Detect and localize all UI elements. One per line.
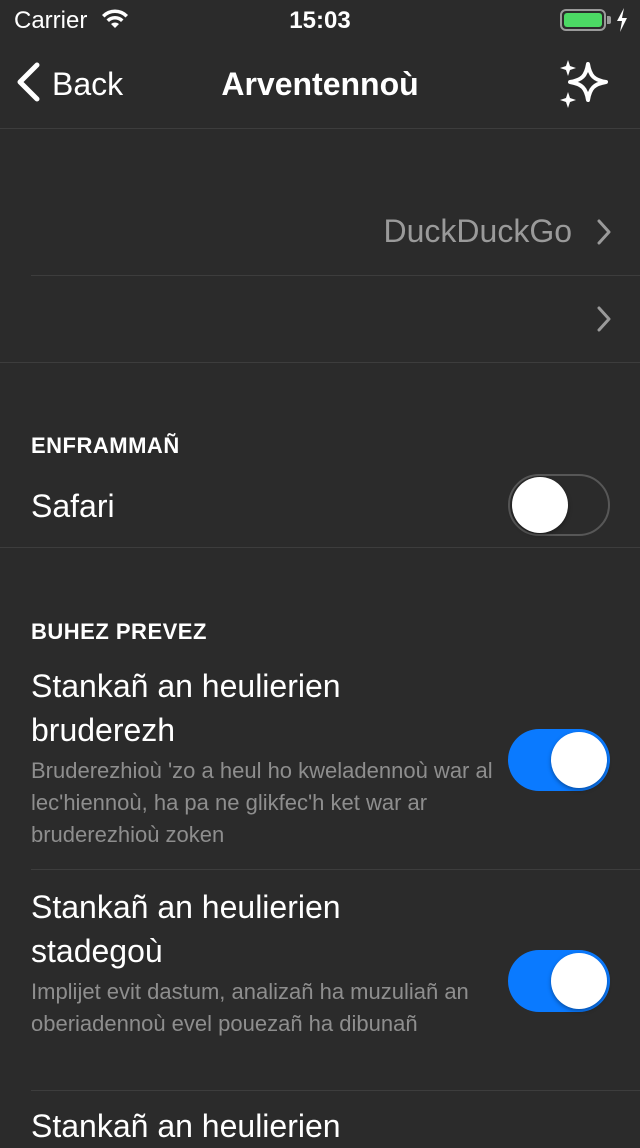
settings-row-2[interactable] [0,276,640,362]
separator [0,547,640,548]
charging-bolt-icon [616,8,628,39]
section-header-privacy: BUHEZ PREVEZ [31,619,207,644]
separator [31,869,640,870]
sparkle-icon[interactable] [556,56,612,112]
status-time: 15:03 [289,7,351,34]
block-analytics-trackers-description: Implijet evit dastum, analizañ ha muzuli… [31,979,469,1036]
chevron-right-icon [596,219,612,250]
battery-cap [607,16,611,24]
block-analytics-trackers-label: Stankañ an heulierien stadegoù [31,889,341,969]
block-ad-trackers-description: Bruderezhioù 'zo a heul ho kweladennoù w… [31,758,493,847]
status-bar: Carrier 15:03 [0,0,640,40]
block-ad-trackers-label: Stankañ an heulierien bruderezh [31,668,341,748]
toggle-knob [512,477,568,533]
safari-label: Safari [31,488,115,524]
block-trackers-label: Stankañ an heulierien [31,1108,341,1144]
search-engine-value: DuckDuckGo [383,213,573,249]
chevron-right-icon [596,306,612,337]
separator [31,1090,640,1091]
toggle-knob [551,732,607,788]
safari-toggle[interactable] [508,474,610,536]
search-engine-row[interactable]: DuckDuckGo [0,189,640,275]
block-ad-trackers-toggle[interactable] [508,729,610,791]
battery-icon [560,9,606,31]
section-header-embedding: ENFRAMMAÑ [31,433,180,458]
separator [0,362,640,363]
navigation-bar: Back Arventennoù [0,40,640,129]
page-title: Arventennoù [221,66,419,102]
block-analytics-trackers-toggle[interactable] [508,950,610,1012]
toggle-knob [551,953,607,1009]
